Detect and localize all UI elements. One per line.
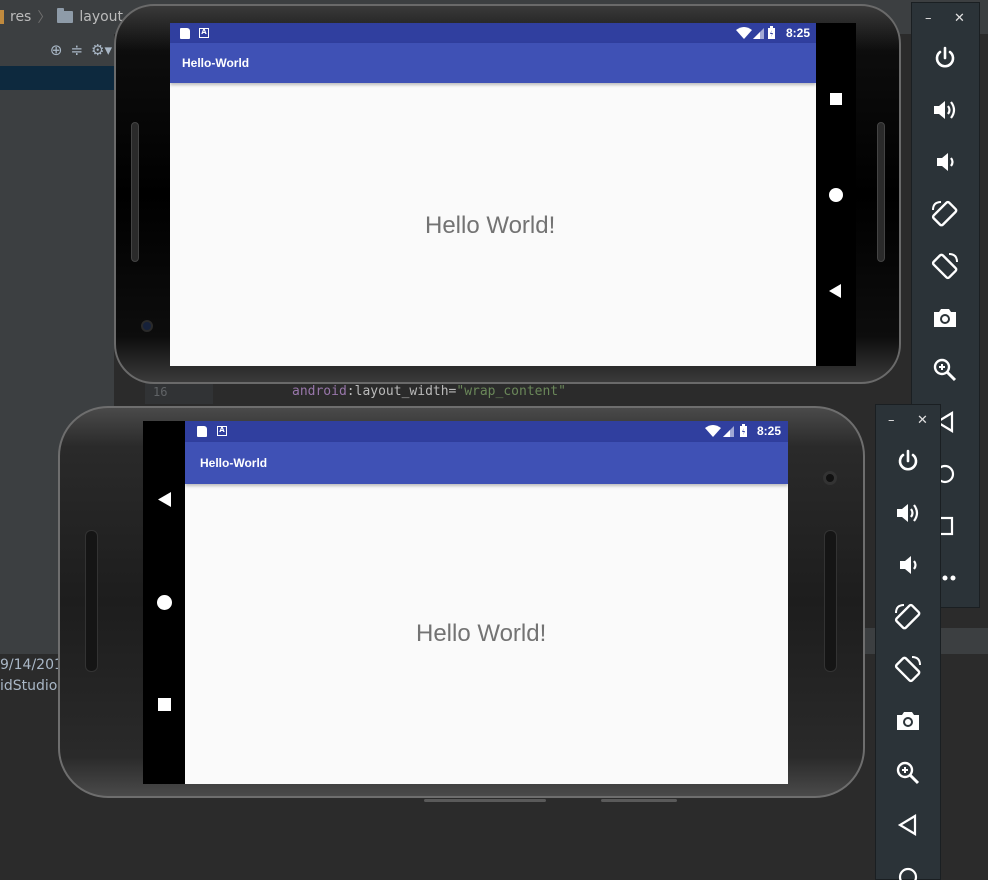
status-bar: A 8:25 bbox=[170, 23, 816, 43]
emulator-1-screen[interactable]: A 8:25 Hello-World Hello World! bbox=[170, 23, 816, 366]
speaker-grille-right bbox=[877, 122, 885, 262]
speaker-grille-left bbox=[131, 122, 139, 262]
back-triangle-icon[interactable] bbox=[829, 284, 841, 298]
front-camera bbox=[823, 471, 837, 485]
emulator-1-nav-bar bbox=[816, 23, 856, 366]
rotate-right-icon bbox=[894, 656, 921, 683]
project-tree-selected-row[interactable] bbox=[0, 66, 114, 90]
back-triangle-icon[interactable] bbox=[158, 492, 171, 507]
volume-up-icon bbox=[934, 101, 956, 119]
status-time: 8:25 bbox=[757, 424, 782, 438]
breadcrumb-item-res[interactable]: res bbox=[10, 9, 31, 25]
battery-icon bbox=[740, 424, 747, 437]
home-circle-icon[interactable] bbox=[829, 188, 843, 202]
home-icon bbox=[898, 867, 918, 880]
crosshair-icon[interactable]: ⊕ bbox=[50, 41, 63, 59]
app-title: Hello-World bbox=[200, 456, 268, 470]
cell-signal-icon bbox=[723, 426, 734, 437]
back-icon bbox=[897, 814, 917, 836]
minimize-button[interactable]: – bbox=[925, 11, 932, 26]
rotate-right-icon bbox=[931, 253, 958, 280]
line-number: 16 bbox=[153, 385, 168, 399]
a-notification-icon: A bbox=[217, 426, 227, 436]
sd-card-icon bbox=[180, 28, 190, 39]
close-button[interactable]: ✕ bbox=[917, 413, 928, 428]
emulator-2-screen[interactable]: A 8:25 Hello-World Hello World! bbox=[185, 421, 788, 784]
power-icon bbox=[935, 46, 955, 68]
recents-square-icon[interactable] bbox=[830, 93, 842, 105]
power-button[interactable] bbox=[890, 443, 926, 479]
wifi-icon bbox=[705, 425, 721, 437]
screenshot-button[interactable] bbox=[890, 703, 926, 739]
bottom-date-text: 9/14/201 bbox=[0, 657, 63, 673]
volume-rocker bbox=[424, 799, 546, 802]
app-bar: Hello-World bbox=[170, 43, 816, 83]
bottom-path-text: idStudio bbox=[0, 678, 58, 694]
rotate-left-icon bbox=[894, 603, 921, 630]
status-time: 8:25 bbox=[786, 26, 811, 40]
zoom-icon bbox=[933, 358, 957, 382]
volume-down-icon bbox=[937, 153, 954, 171]
front-camera bbox=[141, 320, 153, 332]
back-button[interactable] bbox=[890, 807, 926, 843]
volume-up-button[interactable] bbox=[890, 495, 926, 531]
breadcrumb: res 〉 layout bbox=[0, 0, 130, 34]
code-attribute: :layout_width= bbox=[346, 384, 457, 399]
rotate-left-icon bbox=[931, 200, 958, 227]
zoom-button[interactable] bbox=[927, 352, 963, 388]
rotate-right-button[interactable] bbox=[927, 248, 963, 284]
breadcrumb-overflow-icon bbox=[0, 10, 4, 24]
minimize-button[interactable]: – bbox=[888, 413, 895, 428]
screenshot-button[interactable] bbox=[927, 300, 963, 336]
app-title: Hello-World bbox=[182, 56, 250, 70]
rotate-left-button[interactable] bbox=[927, 196, 963, 232]
power-key bbox=[601, 799, 677, 802]
power-icon bbox=[898, 449, 918, 471]
a-notification-icon: A bbox=[199, 28, 209, 38]
ide-toolbar: ⊕ ≑ ⚙▾ bbox=[0, 34, 120, 66]
app-bar: Hello-World bbox=[185, 442, 788, 484]
camera-icon bbox=[934, 309, 956, 327]
emulator-2-toolbar: – ✕ bbox=[875, 404, 941, 880]
gear-icon[interactable]: ⚙▾ bbox=[91, 41, 112, 59]
emulator-2-nav-bar bbox=[143, 421, 185, 784]
volume-up-icon bbox=[897, 504, 919, 522]
home-button[interactable] bbox=[890, 859, 926, 880]
close-button[interactable]: ✕ bbox=[954, 11, 965, 26]
collapse-icon[interactable]: ≑ bbox=[70, 41, 83, 59]
speaker-grille-right bbox=[824, 530, 837, 672]
hello-world-text: Hello World! bbox=[425, 212, 556, 239]
breadcrumb-item-layout[interactable]: layout bbox=[79, 9, 123, 25]
status-bar: A 8:25 bbox=[185, 421, 788, 442]
folder-icon bbox=[57, 8, 74, 23]
code-namespace: android bbox=[292, 384, 347, 399]
code-line[interactable]: android:layout_width="wrap_content" bbox=[292, 384, 566, 399]
power-button[interactable] bbox=[927, 40, 963, 76]
rotate-right-button[interactable] bbox=[890, 651, 926, 687]
zoom-icon bbox=[896, 761, 920, 785]
cell-signal-icon bbox=[753, 28, 764, 39]
hello-world-text: Hello World! bbox=[416, 620, 547, 647]
zoom-button[interactable] bbox=[890, 755, 926, 791]
volume-up-button[interactable] bbox=[927, 92, 963, 128]
speaker-grille-left bbox=[85, 530, 98, 672]
home-circle-icon[interactable] bbox=[157, 595, 172, 610]
rotate-left-button[interactable] bbox=[890, 599, 926, 635]
sd-card-icon bbox=[197, 426, 207, 437]
volume-down-button[interactable] bbox=[927, 144, 963, 180]
wifi-icon bbox=[736, 27, 752, 39]
recents-square-icon[interactable] bbox=[158, 698, 171, 711]
breadcrumb-separator-icon: 〉 bbox=[37, 10, 52, 26]
volume-down-icon bbox=[900, 556, 917, 574]
volume-down-button[interactable] bbox=[890, 547, 926, 583]
code-value: "wrap_content" bbox=[456, 384, 566, 399]
battery-icon bbox=[768, 26, 775, 39]
camera-icon bbox=[897, 712, 919, 730]
